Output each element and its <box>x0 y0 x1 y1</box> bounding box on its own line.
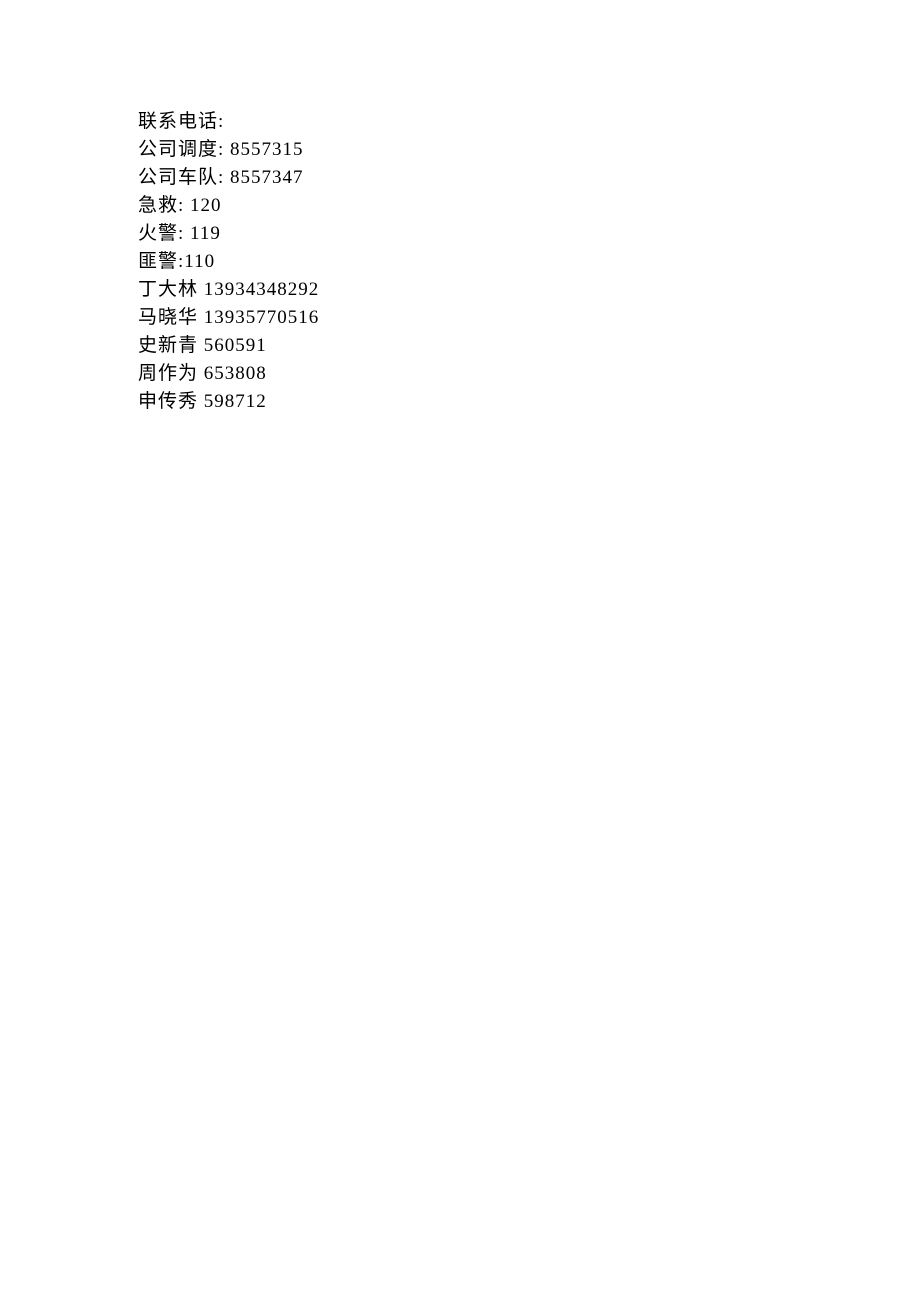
contact-line: 公司车队: 8557347 <box>138 164 920 192</box>
contact-line: 匪警:110 <box>138 248 920 276</box>
contact-header: 联系电话: <box>138 108 920 136</box>
contact-line: 急救: 120 <box>138 192 920 220</box>
contact-line: 申传秀 598712 <box>138 388 920 416</box>
contact-line: 马晓华 13935770516 <box>138 304 920 332</box>
contact-line: 周作为 653808 <box>138 360 920 388</box>
contact-line: 史新青 560591 <box>138 332 920 360</box>
contact-line: 丁大林 13934348292 <box>138 276 920 304</box>
contact-line: 火警: 119 <box>138 220 920 248</box>
contact-line: 公司调度: 8557315 <box>138 136 920 164</box>
